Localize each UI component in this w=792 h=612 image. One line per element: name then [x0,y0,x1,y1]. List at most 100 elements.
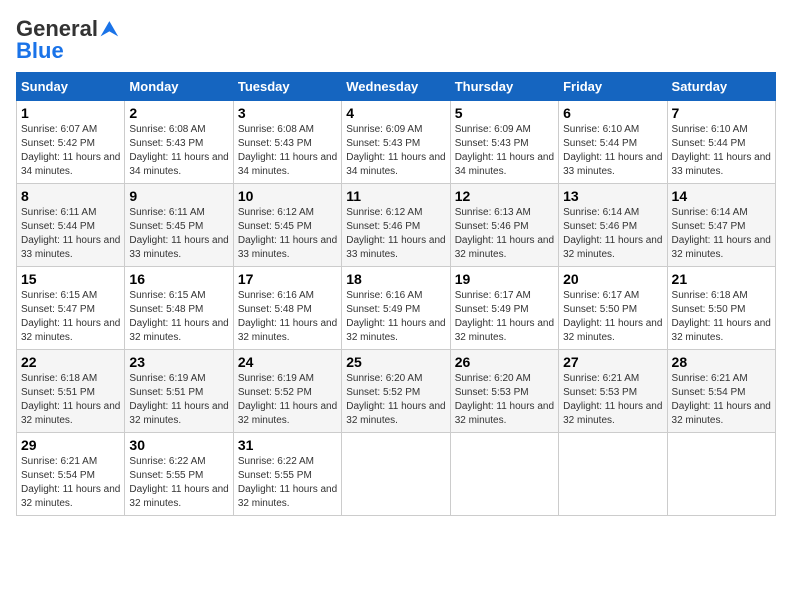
day-number: 24 [238,354,337,370]
day-info: Sunrise: 6:19 AMSunset: 5:52 PMDaylight:… [238,372,337,428]
day-info: Sunrise: 6:19 AMSunset: 5:51 PMDaylight:… [129,372,228,428]
day-number: 22 [21,354,120,370]
calendar-cell: 27 Sunrise: 6:21 AMSunset: 5:53 PMDaylig… [559,350,667,433]
calendar-cell: 8 Sunrise: 6:11 AMSunset: 5:44 PMDayligh… [17,184,125,267]
day-info: Sunrise: 6:09 AMSunset: 5:43 PMDaylight:… [346,123,445,179]
calendar-cell: 20 Sunrise: 6:17 AMSunset: 5:50 PMDaylig… [559,267,667,350]
day-number: 20 [563,271,662,287]
calendar-cell: 15 Sunrise: 6:15 AMSunset: 5:47 PMDaylig… [17,267,125,350]
calendar-body: 1 Sunrise: 6:07 AMSunset: 5:42 PMDayligh… [17,101,776,516]
weekday-header-thursday: Thursday [450,73,558,101]
day-number: 28 [672,354,771,370]
calendar-week-3: 15 Sunrise: 6:15 AMSunset: 5:47 PMDaylig… [17,267,776,350]
day-info: Sunrise: 6:14 AMSunset: 5:46 PMDaylight:… [563,206,662,262]
day-info: Sunrise: 6:21 AMSunset: 5:54 PMDaylight:… [21,455,120,511]
calendar-cell: 29 Sunrise: 6:21 AMSunset: 5:54 PMDaylig… [17,433,125,516]
calendar-cell: 18 Sunrise: 6:16 AMSunset: 5:49 PMDaylig… [342,267,450,350]
day-number: 18 [346,271,445,287]
day-info: Sunrise: 6:08 AMSunset: 5:43 PMDaylight:… [129,123,228,179]
day-number: 6 [563,105,662,121]
day-info: Sunrise: 6:20 AMSunset: 5:53 PMDaylight:… [455,372,554,428]
weekday-header-saturday: Saturday [667,73,775,101]
day-info: Sunrise: 6:22 AMSunset: 5:55 PMDaylight:… [238,455,337,511]
day-number: 12 [455,188,554,204]
day-number: 7 [672,105,771,121]
day-number: 13 [563,188,662,204]
day-info: Sunrise: 6:13 AMSunset: 5:46 PMDaylight:… [455,206,554,262]
calendar-cell: 5 Sunrise: 6:09 AMSunset: 5:43 PMDayligh… [450,101,558,184]
day-number: 4 [346,105,445,121]
calendar-week-1: 1 Sunrise: 6:07 AMSunset: 5:42 PMDayligh… [17,101,776,184]
day-info: Sunrise: 6:09 AMSunset: 5:43 PMDaylight:… [455,123,554,179]
day-info: Sunrise: 6:20 AMSunset: 5:52 PMDaylight:… [346,372,445,428]
day-number: 23 [129,354,228,370]
weekday-header-sunday: Sunday [17,73,125,101]
calendar-cell: 28 Sunrise: 6:21 AMSunset: 5:54 PMDaylig… [667,350,775,433]
day-number: 27 [563,354,662,370]
day-number: 21 [672,271,771,287]
calendar-cell: 21 Sunrise: 6:18 AMSunset: 5:50 PMDaylig… [667,267,775,350]
day-number: 16 [129,271,228,287]
calendar-cell [342,433,450,516]
calendar-week-5: 29 Sunrise: 6:21 AMSunset: 5:54 PMDaylig… [17,433,776,516]
calendar-cell: 3 Sunrise: 6:08 AMSunset: 5:43 PMDayligh… [233,101,341,184]
calendar-cell: 10 Sunrise: 6:12 AMSunset: 5:45 PMDaylig… [233,184,341,267]
calendar-cell: 24 Sunrise: 6:19 AMSunset: 5:52 PMDaylig… [233,350,341,433]
calendar-cell: 2 Sunrise: 6:08 AMSunset: 5:43 PMDayligh… [125,101,233,184]
day-number: 14 [672,188,771,204]
day-info: Sunrise: 6:18 AMSunset: 5:51 PMDaylight:… [21,372,120,428]
day-number: 15 [21,271,120,287]
logo-bird-icon: ⮝ [100,16,119,42]
day-info: Sunrise: 6:11 AMSunset: 5:44 PMDaylight:… [21,206,120,262]
day-info: Sunrise: 6:15 AMSunset: 5:48 PMDaylight:… [129,289,228,345]
calendar-cell: 22 Sunrise: 6:18 AMSunset: 5:51 PMDaylig… [17,350,125,433]
day-number: 25 [346,354,445,370]
calendar-week-2: 8 Sunrise: 6:11 AMSunset: 5:44 PMDayligh… [17,184,776,267]
calendar-cell: 16 Sunrise: 6:15 AMSunset: 5:48 PMDaylig… [125,267,233,350]
day-number: 2 [129,105,228,121]
day-info: Sunrise: 6:08 AMSunset: 5:43 PMDaylight:… [238,123,337,179]
calendar-cell: 13 Sunrise: 6:14 AMSunset: 5:46 PMDaylig… [559,184,667,267]
calendar-cell: 31 Sunrise: 6:22 AMSunset: 5:55 PMDaylig… [233,433,341,516]
calendar-cell: 25 Sunrise: 6:20 AMSunset: 5:52 PMDaylig… [342,350,450,433]
weekday-header-friday: Friday [559,73,667,101]
calendar-cell: 17 Sunrise: 6:16 AMSunset: 5:48 PMDaylig… [233,267,341,350]
weekday-header-row: SundayMondayTuesdayWednesdayThursdayFrid… [17,73,776,101]
day-number: 30 [129,437,228,453]
day-info: Sunrise: 6:18 AMSunset: 5:50 PMDaylight:… [672,289,771,345]
calendar-cell: 19 Sunrise: 6:17 AMSunset: 5:49 PMDaylig… [450,267,558,350]
day-info: Sunrise: 6:17 AMSunset: 5:50 PMDaylight:… [563,289,662,345]
day-number: 10 [238,188,337,204]
logo: General ⮝ Blue [16,16,119,64]
weekday-header-monday: Monday [125,73,233,101]
day-info: Sunrise: 6:11 AMSunset: 5:45 PMDaylight:… [129,206,228,262]
day-number: 29 [21,437,120,453]
day-info: Sunrise: 6:12 AMSunset: 5:45 PMDaylight:… [238,206,337,262]
logo-text-blue: Blue [16,38,64,64]
day-info: Sunrise: 6:16 AMSunset: 5:49 PMDaylight:… [346,289,445,345]
calendar-cell: 30 Sunrise: 6:22 AMSunset: 5:55 PMDaylig… [125,433,233,516]
day-info: Sunrise: 6:21 AMSunset: 5:53 PMDaylight:… [563,372,662,428]
day-info: Sunrise: 6:21 AMSunset: 5:54 PMDaylight:… [672,372,771,428]
calendar-cell [450,433,558,516]
calendar-table: SundayMondayTuesdayWednesdayThursdayFrid… [16,72,776,516]
calendar-cell: 1 Sunrise: 6:07 AMSunset: 5:42 PMDayligh… [17,101,125,184]
day-number: 5 [455,105,554,121]
day-info: Sunrise: 6:10 AMSunset: 5:44 PMDaylight:… [672,123,771,179]
day-number: 17 [238,271,337,287]
calendar-cell: 23 Sunrise: 6:19 AMSunset: 5:51 PMDaylig… [125,350,233,433]
day-info: Sunrise: 6:16 AMSunset: 5:48 PMDaylight:… [238,289,337,345]
calendar-cell: 7 Sunrise: 6:10 AMSunset: 5:44 PMDayligh… [667,101,775,184]
day-number: 19 [455,271,554,287]
calendar-cell: 4 Sunrise: 6:09 AMSunset: 5:43 PMDayligh… [342,101,450,184]
day-number: 8 [21,188,120,204]
calendar-cell: 6 Sunrise: 6:10 AMSunset: 5:44 PMDayligh… [559,101,667,184]
day-info: Sunrise: 6:15 AMSunset: 5:47 PMDaylight:… [21,289,120,345]
weekday-header-tuesday: Tuesday [233,73,341,101]
calendar-cell: 14 Sunrise: 6:14 AMSunset: 5:47 PMDaylig… [667,184,775,267]
calendar-week-4: 22 Sunrise: 6:18 AMSunset: 5:51 PMDaylig… [17,350,776,433]
calendar-cell: 9 Sunrise: 6:11 AMSunset: 5:45 PMDayligh… [125,184,233,267]
day-number: 26 [455,354,554,370]
day-number: 11 [346,188,445,204]
day-info: Sunrise: 6:12 AMSunset: 5:46 PMDaylight:… [346,206,445,262]
